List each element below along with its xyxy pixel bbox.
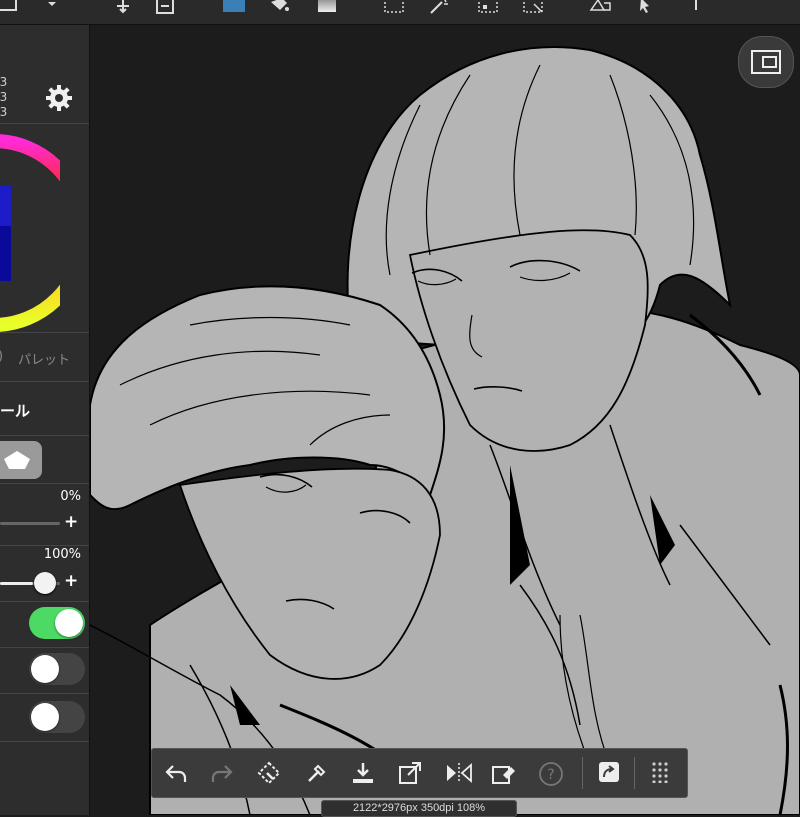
text-icon[interactable] [685,0,707,14]
color-r-value: 53 [0,75,8,89]
slider-1-value: 0% [60,489,81,504]
tab-partial: ) [0,349,3,364]
slider-2-knob[interactable] [34,572,56,594]
clear-icon[interactable] [491,761,515,785]
eyedropper-icon[interactable] [637,0,659,14]
undo-icon[interactable] [164,761,188,785]
gear-icon[interactable] [44,83,74,113]
divider [0,381,89,382]
preview-window-button[interactable] [738,36,794,88]
canvas-info-status: 2122*2976px 350dpi 108% [321,800,517,817]
move-icon[interactable] [44,0,66,14]
ruler-icon[interactable] [589,0,611,14]
transform-select-icon[interactable] [477,0,499,14]
redo-icon[interactable] [210,761,234,785]
divider [0,741,89,742]
expand-icon[interactable] [398,761,422,785]
slider-2-fill [0,582,33,585]
toggle-3[interactable] [29,701,85,733]
pentagon-icon [4,451,30,469]
magic-wand-icon[interactable] [428,0,450,14]
layer-file-icon[interactable] [154,0,176,14]
divider [0,483,89,484]
drawing-canvas[interactable] [90,25,800,815]
color-g-value: 53 [0,90,8,104]
move-arrows-icon[interactable] [112,0,134,14]
plus-icon[interactable]: + [64,512,78,532]
divider [0,332,89,333]
share-icon[interactable] [598,761,622,785]
flip-icon[interactable] [445,761,472,785]
shape-button[interactable] [0,441,42,479]
lasso-icon[interactable] [522,0,544,14]
toolbar-divider [582,757,583,789]
top-toolbar [0,0,800,25]
gradient-icon[interactable] [316,0,338,14]
svg-text:?: ? [547,767,554,783]
divider [0,123,89,124]
divider [0,601,89,602]
side-panel: 53 53 53 ) パレット ール 0% + 100% [0,25,90,815]
select-rect-icon[interactable] [383,0,405,14]
bottom-toolbar: ? [151,748,688,798]
grid-menu-icon[interactable] [650,761,674,785]
transform-icon[interactable] [257,761,281,785]
divider [0,435,89,436]
tool-panel-title: ール [0,402,31,420]
color-wheel[interactable] [0,131,60,335]
plus-icon[interactable]: + [64,571,78,591]
help-icon[interactable]: ? [538,761,563,786]
tab-palette[interactable]: パレット [18,349,70,368]
divider [0,693,89,694]
fill-icon[interactable] [268,0,290,14]
slider-1-track[interactable] [0,522,60,525]
divider [0,647,89,648]
toolbar-divider [634,757,635,789]
eyedropper-icon[interactable] [305,761,329,785]
layer-icon[interactable] [0,0,22,14]
color-swatch[interactable] [223,0,245,14]
divider [0,545,89,546]
save-icon[interactable] [351,761,375,785]
illustration [90,46,800,815]
toggle-2[interactable] [29,653,85,685]
color-b-value: 53 [0,105,8,119]
slider-2-value: 100% [43,547,81,562]
toggle-1[interactable] [29,607,85,639]
